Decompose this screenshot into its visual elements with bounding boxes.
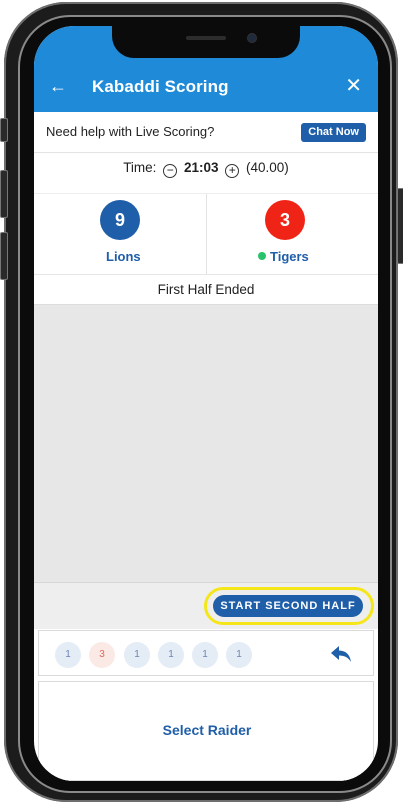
camera-icon (248, 34, 256, 42)
scoreboard-divider (206, 194, 207, 274)
history-chip[interactable]: 1 (124, 642, 150, 668)
timer-total: (40.00) (246, 160, 289, 175)
history-chip[interactable]: 3 (89, 642, 115, 668)
chat-now-button[interactable]: Chat Now (301, 123, 366, 142)
phone-screen: ← Kabaddi Scoring ✕ Need help with Live … (34, 26, 378, 781)
history-chip[interactable]: 1 (158, 642, 184, 668)
side-button-left-top (0, 118, 8, 142)
side-button-left-mid (0, 170, 8, 218)
history-chip[interactable]: 1 (192, 642, 218, 668)
start-second-half-highlight: START SECOND HALF (204, 587, 374, 625)
timer-row: Time: − 21:03 + (40.00) (34, 160, 378, 178)
help-banner: Need help with Live Scoring? Chat Now (34, 112, 378, 153)
side-button-right (397, 188, 403, 264)
team-tigers-label: Tigers (258, 249, 309, 264)
raider-selection[interactable]: Select Raider (38, 681, 374, 781)
active-team-dot-icon (258, 252, 266, 260)
page-title: Kabaddi Scoring (92, 77, 229, 96)
notch (112, 26, 300, 58)
team-tigers-name: Tigers (270, 249, 309, 264)
team-lions-name: Lions (106, 249, 141, 264)
team-lions-score[interactable]: 9 (100, 200, 140, 240)
side-button-left-low (0, 232, 8, 280)
help-text: Need help with Live Scoring? (46, 124, 215, 139)
undo-icon[interactable] (329, 643, 353, 665)
minus-circle-icon[interactable]: − (163, 164, 178, 178)
court-area (34, 304, 378, 583)
select-raider-label: Select Raider (162, 722, 252, 738)
timer-label: Time: (123, 160, 157, 175)
match-status: First Half Ended (157, 282, 255, 297)
speaker-icon (186, 36, 226, 40)
team-tigers-score[interactable]: 3 (265, 200, 305, 240)
close-icon[interactable]: ✕ (345, 75, 362, 97)
scoreboard: 9 Lions 3 Tigers (34, 193, 378, 275)
timer-value: 21:03 (183, 160, 219, 175)
plus-circle-icon[interactable]: + (225, 164, 240, 178)
history-chip[interactable]: 1 (226, 642, 252, 668)
back-arrow-icon[interactable]: ← (48, 76, 68, 96)
history-chip[interactable]: 1 (55, 642, 81, 668)
score-history: 1 3 1 1 1 1 (38, 630, 374, 676)
start-second-half-button[interactable]: START SECOND HALF (213, 595, 363, 617)
